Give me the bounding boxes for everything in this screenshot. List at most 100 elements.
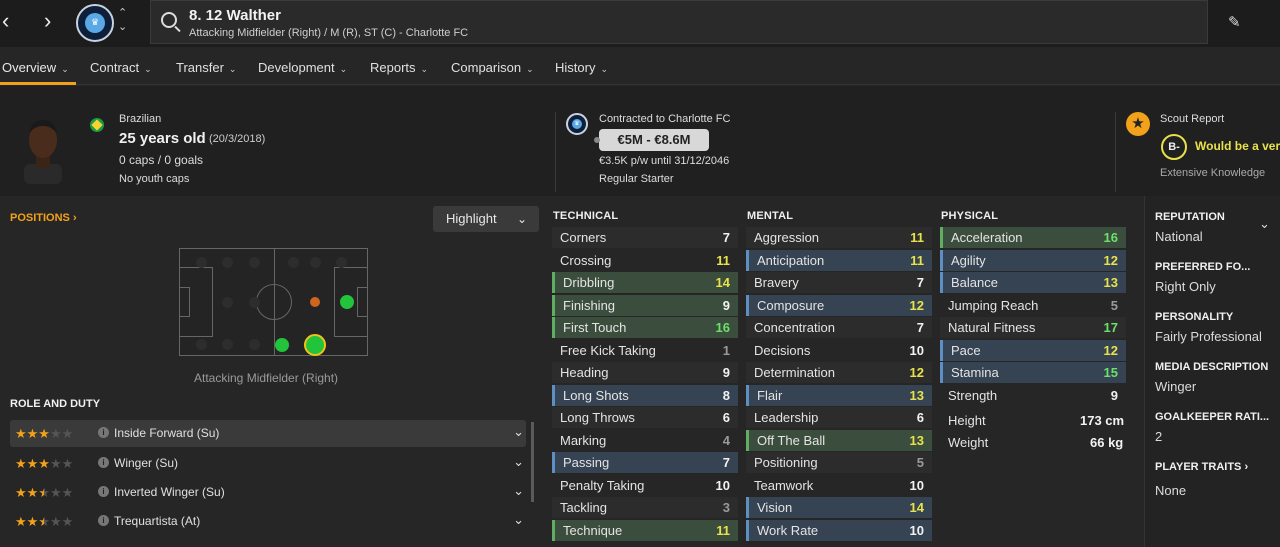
attribute-name: Heading (560, 365, 609, 380)
attribute-name: Natural Fitness (948, 320, 1036, 335)
attribute-row[interactable]: Flair 13 (746, 384, 932, 406)
attribute-row[interactable]: Crossing 11 (552, 249, 738, 271)
role-row[interactable]: ★★★★★ i Inside Forward (Su) ⌄ (10, 420, 526, 447)
attribute-row[interactable]: Strength 9 (940, 384, 1126, 406)
tab-label: Development (258, 60, 335, 75)
position-pitch (179, 248, 368, 356)
tab-reports[interactable]: Reports ⌄ (370, 60, 428, 75)
tab-label: Comparison (451, 60, 522, 75)
attribute-row[interactable]: Jumping Reach 5 (940, 294, 1126, 316)
attribute-row[interactable]: Tackling 3 (552, 497, 738, 518)
attribute-row[interactable]: Teamwork 10 (746, 474, 932, 496)
active-tab-indicator (0, 82, 76, 85)
forward-arrow-icon[interactable]: › (44, 8, 51, 34)
player-avatar (24, 120, 62, 184)
player-switch-icon[interactable]: ⌃ ⌄ (118, 6, 127, 34)
info-icon[interactable]: i (98, 457, 109, 468)
attribute-value: 5 (916, 455, 924, 470)
tab-contract[interactable]: Contract ⌄ (90, 60, 152, 75)
highlight-dropdown[interactable]: Highlight ⌄ (433, 206, 539, 232)
height-label: Height (948, 413, 986, 428)
youth-caps: No youth caps (119, 173, 190, 185)
tab-history[interactable]: History ⌄ (555, 60, 608, 75)
tab-transfer[interactable]: Transfer ⌄ (176, 60, 236, 75)
attribute-row[interactable]: Composure 12 (746, 294, 932, 316)
role-row[interactable]: ★★★★★ i Inverted Winger (Su) ⌄ (10, 479, 526, 506)
attribute-row[interactable]: Long Throws 6 (552, 407, 738, 428)
player-search-bar[interactable]: 8. 12 Walther Attacking Midfielder (Righ… (150, 0, 1208, 44)
attribute-name: Finishing (563, 297, 616, 313)
attribute-row[interactable]: Stamina 15 (940, 362, 1126, 383)
attribute-row[interactable]: Off The Ball 13 (746, 429, 932, 451)
attribute-row[interactable]: Marking 4 (552, 429, 738, 451)
attribute-row[interactable]: Bravery 7 (746, 272, 932, 293)
role-row[interactable]: ★★★★★ i Trequartista (At) ⌄ (10, 508, 526, 535)
role-row[interactable]: ★★★★★ i Winger (Su) ⌄ (10, 450, 526, 477)
attribute-row[interactable]: Positioning 5 (746, 452, 932, 473)
info-icon[interactable]: i (98, 427, 109, 438)
attribute-value: 16 (1103, 230, 1118, 245)
attribute-row[interactable]: Concentration 7 (746, 317, 932, 338)
attribute-row[interactable]: Acceleration 16 (940, 227, 1126, 248)
attribute-name: Jumping Reach (948, 297, 1039, 313)
position-dot-amr-selected[interactable] (304, 334, 326, 356)
attribute-row[interactable]: Natural Fitness 17 (940, 317, 1126, 338)
attribute-row[interactable]: First Touch 16 (552, 317, 738, 338)
attribute-row[interactable]: Determination 12 (746, 362, 932, 383)
chevron-down-icon[interactable]: ⌄ (513, 483, 524, 499)
attribute-row[interactable]: Anticipation 11 (746, 249, 932, 271)
tab-label: Reports (370, 60, 416, 75)
attribute-name: Free Kick Taking (560, 342, 656, 358)
attribute-value: 9 (722, 365, 730, 380)
highlight-label: Highlight (446, 211, 497, 226)
goalkeeper-rating-value: 2 (1155, 429, 1163, 444)
attribute-row[interactable]: Pace 12 (940, 339, 1126, 361)
attribute-name: Composure (757, 297, 825, 313)
chevron-down-icon[interactable]: ⌄ (513, 454, 524, 470)
attribute-row[interactable]: Agility 12 (940, 249, 1126, 271)
role-stars: ★★★★★ (15, 514, 74, 529)
weight-value: 66 kg (1090, 435, 1124, 450)
attribute-row[interactable]: Aggression 11 (746, 227, 932, 248)
chevron-right-icon: › (72, 212, 77, 224)
attribute-row[interactable]: Balance 13 (940, 272, 1126, 293)
attribute-row[interactable]: Passing 7 (552, 452, 738, 473)
attribute-row[interactable]: Vision 14 (746, 497, 932, 518)
contract-wage: €3.5K p/w until 31/12/2046 (599, 155, 730, 167)
attribute-row[interactable]: Finishing 9 (552, 294, 738, 316)
scout-grade-badge: B- (1161, 134, 1187, 160)
attribute-row[interactable]: Corners 7 (552, 227, 738, 248)
attribute-row[interactable]: Heading 9 (552, 362, 738, 383)
attribute-row[interactable]: Work Rate 10 (746, 519, 932, 541)
attribute-row[interactable]: Free Kick Taking 1 (552, 339, 738, 361)
physical-attributes: PHYSICAL Height 173 cm Weight 66 kg Acce… (940, 196, 1130, 547)
back-arrow-icon[interactable]: ‹ (2, 8, 9, 34)
attribute-name: Penalty Taking (560, 477, 645, 493)
attribute-row[interactable]: Technique 11 (552, 519, 738, 541)
transfer-value-badge[interactable]: €5M - €8.6M (594, 129, 709, 151)
attribute-row[interactable]: Dribbling 14 (552, 272, 738, 293)
attribute-row[interactable]: Penalty Taking 10 (552, 474, 738, 496)
positions-link[interactable]: POSITIONS › (10, 212, 77, 224)
chevron-down-icon[interactable]: ⌄ (1259, 216, 1270, 232)
player-traits-link[interactable]: PLAYER TRAITS › (1155, 461, 1248, 473)
tab-overview[interactable]: Overview ⌄ (2, 60, 69, 75)
chevron-down-icon[interactable]: ⌄ (513, 512, 524, 528)
info-icon[interactable]: i (98, 515, 109, 526)
tab-comparison[interactable]: Comparison ⌄ (451, 60, 534, 75)
attribute-name: Acceleration (951, 230, 1023, 245)
info-icon[interactable]: i (98, 486, 109, 497)
chevron-down-icon: ⌄ (339, 64, 348, 74)
tab-development[interactable]: Development ⌄ (258, 60, 347, 75)
attribute-row[interactable]: Decisions 10 (746, 339, 932, 361)
attribute-value: 11 (910, 252, 924, 268)
attribute-row[interactable]: Long Shots 8 (552, 384, 738, 406)
roles-scrollbar[interactable] (531, 422, 534, 502)
attribute-row[interactable]: Leadership 6 (746, 407, 932, 428)
search-icon[interactable] (161, 12, 177, 28)
scout-summary[interactable]: Would be a ver (1195, 139, 1280, 153)
edit-icon[interactable]: ✎ (1228, 13, 1241, 31)
chevron-down-icon: ⌄ (144, 64, 152, 74)
club-crest-icon[interactable]: ♛ (76, 4, 114, 42)
chevron-down-icon[interactable]: ⌄ (513, 424, 524, 440)
